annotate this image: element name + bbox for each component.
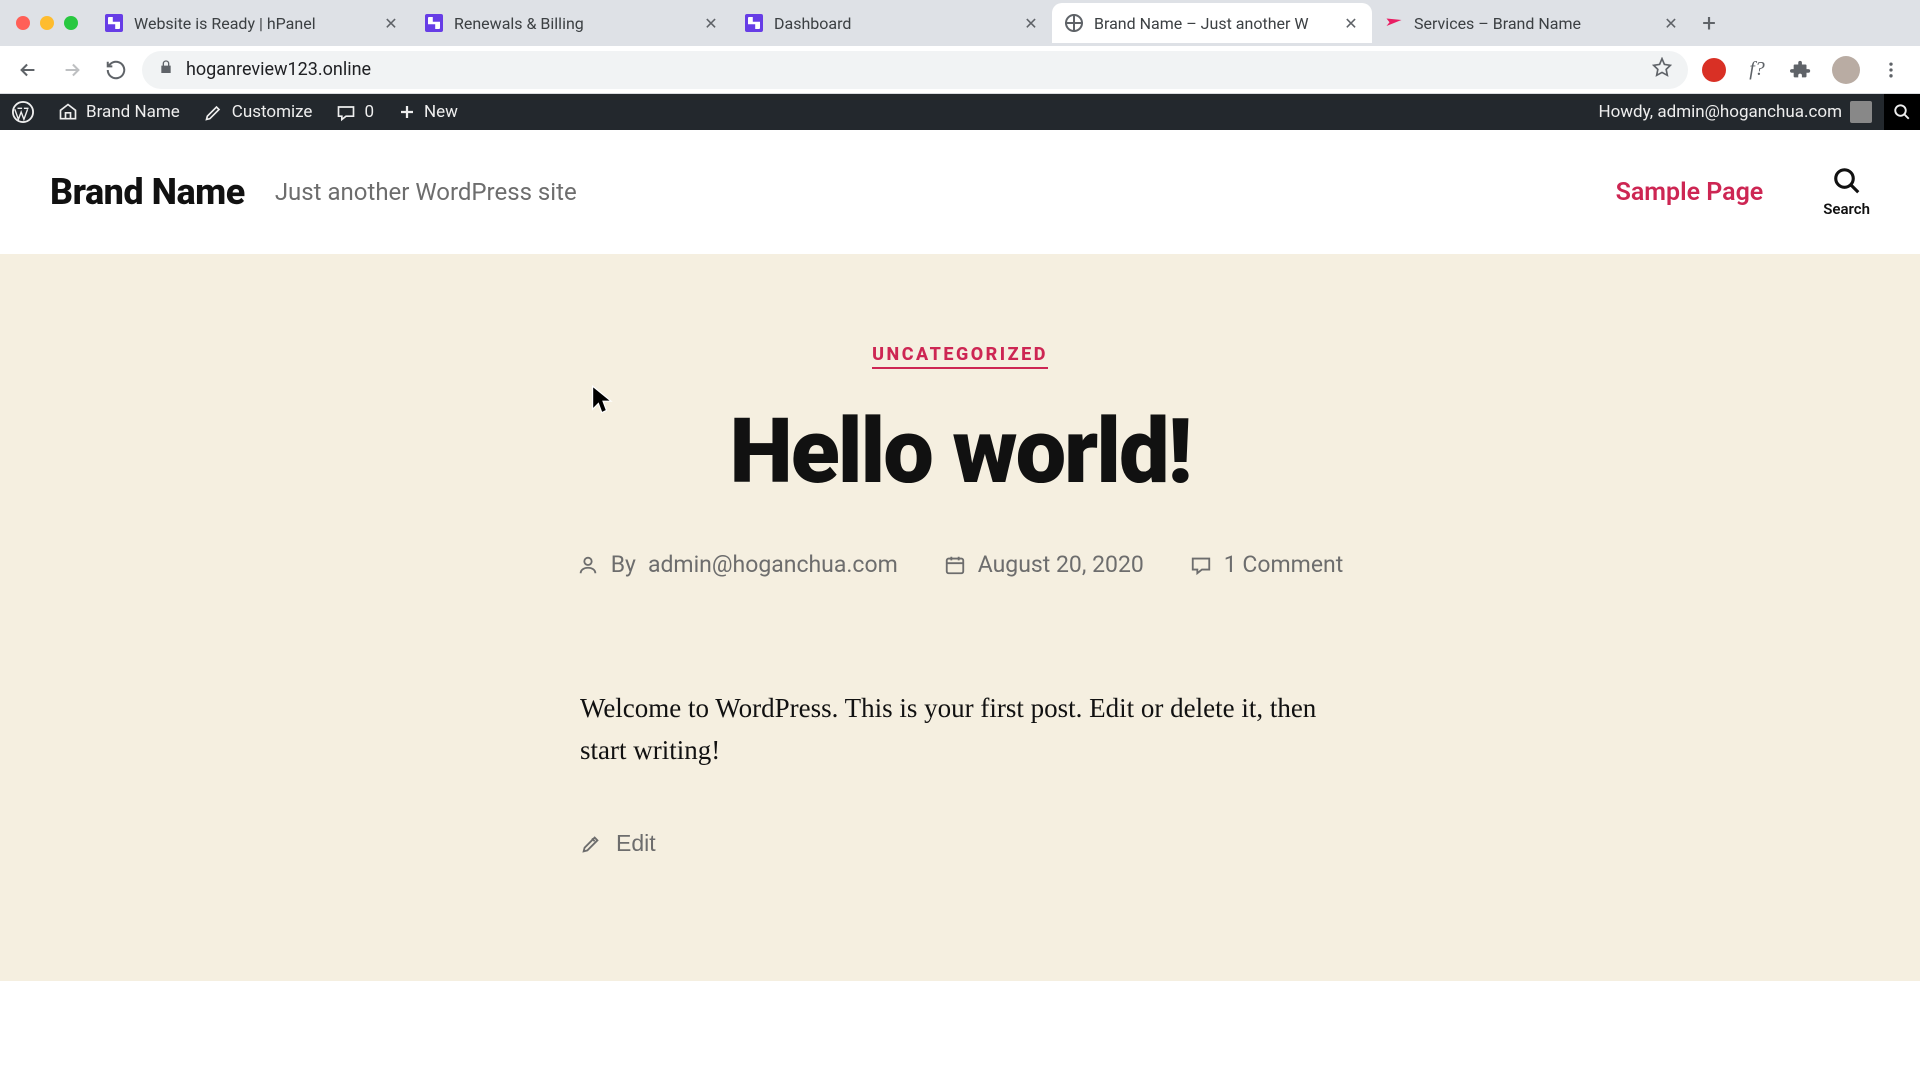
entry-content: Welcome to WordPress. This is your first… [580,688,1340,861]
author-meta: By admin@hoganchua.com [577,551,898,578]
comments-count: 0 [364,102,374,122]
extension-red-icon[interactable] [1702,58,1726,82]
profile-avatar-icon[interactable] [1832,56,1860,84]
new-tab-button[interactable]: + [1692,6,1726,40]
edit-label: Edit [616,826,656,862]
comments-meta[interactable]: 1 Comment [1190,551,1343,578]
edit-icon [580,833,602,855]
customize-menu[interactable]: Customize [192,94,325,130]
hostinger-favicon-icon [104,13,124,33]
post-meta: By admin@hoganchua.com August 20, 2020 1… [560,551,1360,578]
extension-f-icon[interactable]: f? [1744,57,1770,83]
customize-label: Customize [232,102,313,122]
tab-renewals[interactable]: Renewals & Billing ✕ [412,3,732,43]
globe-favicon-icon [1064,13,1084,33]
new-menu[interactable]: New [386,94,470,130]
comment-icon [1190,554,1212,576]
site-tagline: Just another WordPress site [275,178,577,206]
site-header: Brand Name Just another WordPress site S… [0,130,1920,254]
window-minimize-button[interactable] [40,16,54,30]
wp-admin-bar: Brand Name Customize 0 New Howdy, admin@… [0,94,1920,130]
search-label: Search [1823,200,1870,218]
tab-title: Renewals & Billing [454,14,692,33]
kebab-menu-icon[interactable] [1878,57,1904,83]
browser-chrome: Website is Ready | hPanel ✕ Renewals & B… [0,0,1920,94]
footer-gap [0,981,1920,1071]
back-button[interactable] [10,52,46,88]
hostinger-favicon-icon [744,13,764,33]
new-label: New [424,102,458,122]
toolbar-right: f? [1696,56,1910,84]
tab-hpanel[interactable]: Website is Ready | hPanel ✕ [92,3,412,43]
entry-header: UNCATEGORIZED Hello world! By admin@hoga… [560,344,1360,578]
window-zoom-button[interactable] [64,16,78,30]
post-title: Hello world! [560,407,1360,497]
plane-favicon-icon [1384,13,1404,33]
tab-close-icon[interactable]: ✕ [1022,14,1040,32]
user-avatar-icon [1850,101,1872,123]
calendar-icon [944,554,966,576]
extensions-icon[interactable] [1788,57,1814,83]
url-text: hoganreview123.online [186,59,1640,80]
tab-bar: Website is Ready | hPanel ✕ Renewals & B… [0,0,1920,46]
window-close-button[interactable] [16,16,30,30]
tab-close-icon[interactable]: ✕ [1662,14,1680,32]
post-body: Welcome to WordPress. This is your first… [580,688,1340,772]
url-bar[interactable]: hoganreview123.online [142,51,1688,89]
date-meta: August 20, 2020 [944,551,1144,578]
site-title-link[interactable]: Brand Name [50,171,245,213]
tab-dashboard[interactable]: Dashboard ✕ [732,3,1052,43]
by-text: By [611,551,636,578]
comments-menu[interactable]: 0 [324,94,386,130]
category-link[interactable]: UNCATEGORIZED [872,344,1048,369]
hostinger-favicon-icon [424,13,444,33]
adminbar-search-button[interactable] [1884,94,1920,130]
tab-close-icon[interactable]: ✕ [382,14,400,32]
tab-title: Dashboard [774,14,1012,33]
site-name-label: Brand Name [86,102,180,122]
site-name-menu[interactable]: Brand Name [46,94,192,130]
lock-icon [158,59,174,80]
comments-text: 1 Comment [1224,551,1343,578]
star-icon[interactable] [1652,57,1672,82]
tab-close-icon[interactable]: ✕ [702,14,720,32]
person-icon [577,554,599,576]
edit-link[interactable]: Edit [580,826,1340,862]
tab-brand-name[interactable]: Brand Name – Just another W ✕ [1052,3,1372,43]
reload-button[interactable] [98,52,134,88]
howdy-menu[interactable]: Howdy, admin@hoganchua.com [1586,94,1884,130]
nav-sample-page[interactable]: Sample Page [1616,178,1764,207]
tab-close-icon[interactable]: ✕ [1342,14,1360,32]
mac-traffic-lights [10,16,92,30]
tab-title: Website is Ready | hPanel [134,14,372,33]
post-area: UNCATEGORIZED Hello world! By admin@hoga… [0,254,1920,981]
search-toggle-button[interactable]: Search [1823,166,1870,218]
date-text: August 20, 2020 [978,551,1144,578]
address-bar-row: hoganreview123.online f? [0,46,1920,94]
tab-title: Brand Name – Just another W [1094,14,1332,33]
tab-title: Services – Brand Name [1414,14,1652,33]
author-link[interactable]: admin@hoganchua.com [648,551,898,578]
forward-button[interactable] [54,52,90,88]
wp-logo-menu[interactable] [0,94,46,130]
search-icon [1832,166,1862,196]
howdy-text: Howdy, admin@hoganchua.com [1598,102,1842,122]
tab-services[interactable]: Services – Brand Name ✕ [1372,3,1692,43]
